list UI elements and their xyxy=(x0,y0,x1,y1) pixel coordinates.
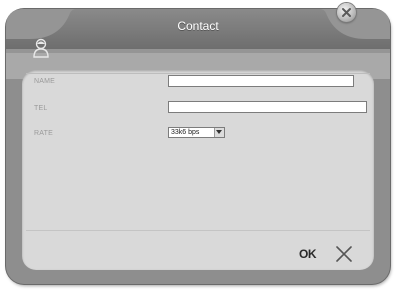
close-button[interactable] xyxy=(337,3,356,22)
rate-select-value: 33k6 bps xyxy=(171,129,200,136)
tel-input[interactable] xyxy=(168,101,367,113)
rate-select-arrow[interactable] xyxy=(214,128,224,137)
close-icon xyxy=(342,8,351,17)
rate-select[interactable]: 33k6 bps xyxy=(168,127,225,138)
user-icon xyxy=(33,38,49,58)
name-input[interactable] xyxy=(168,75,354,87)
contact-dialog: Contact NAME TEL RATE 33k6 bps OK xyxy=(6,3,390,284)
rate-label: RATE xyxy=(34,130,53,137)
ok-button[interactable]: OK xyxy=(299,247,317,261)
form-panel xyxy=(22,70,374,270)
window-title: Contact xyxy=(177,19,219,33)
chevron-down-icon xyxy=(216,130,222,134)
name-label: NAME xyxy=(34,78,56,85)
cross-icon[interactable] xyxy=(334,245,354,263)
tel-label: TEL xyxy=(34,105,48,112)
top-divider xyxy=(26,73,370,74)
bottom-divider xyxy=(26,230,370,231)
